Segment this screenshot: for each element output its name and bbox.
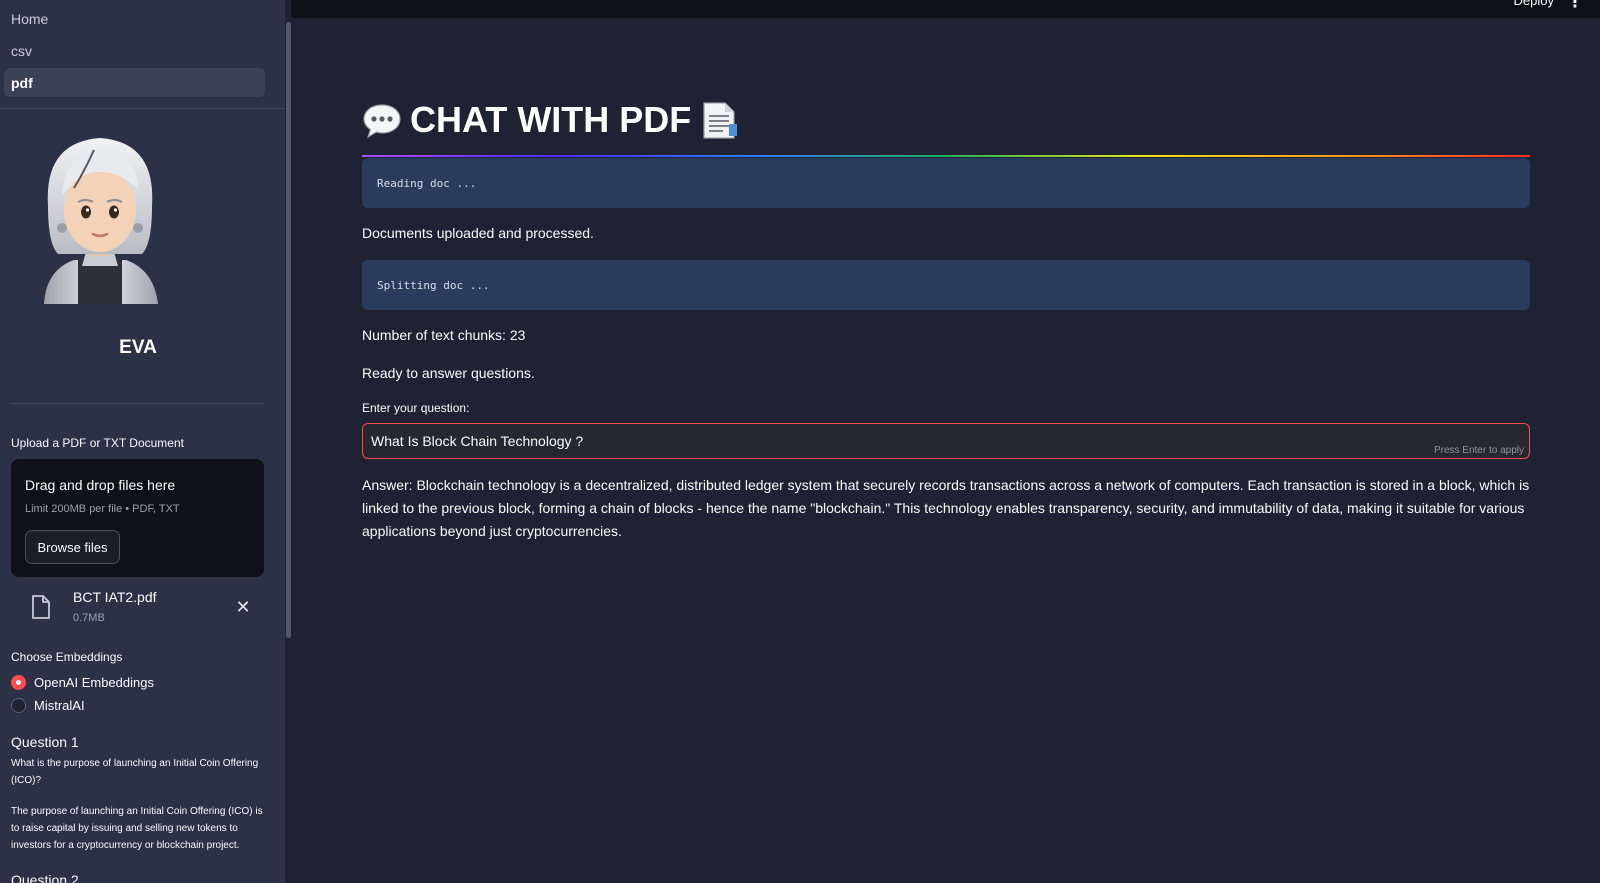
- uploaded-file-item: BCT IAT2.pdf 0.7MB ✕: [11, 587, 264, 627]
- question-label: Enter your question:: [362, 401, 470, 415]
- document-icon: [703, 102, 738, 139]
- file-name: BCT IAT2.pdf: [73, 589, 157, 605]
- sidebar-nav: Home csv pdf: [0, 0, 285, 97]
- nav-item-pdf[interactable]: pdf: [4, 68, 265, 97]
- kebab-menu-icon[interactable]: ⋮: [1567, 0, 1583, 12]
- msg-ready: Ready to answer questions.: [362, 365, 535, 381]
- question-1-title: Question 1: [11, 734, 79, 750]
- app-name: EVA: [119, 337, 157, 358]
- question-1-answer: The purpose of launching an Initial Coin…: [11, 806, 263, 851]
- nav-divider: [0, 108, 285, 109]
- question-1-text: What is the purpose of launching an Init…: [11, 758, 259, 786]
- radio-label-mistralai: MistralAI: [34, 698, 85, 713]
- radio-label-openai: OpenAI Embeddings: [34, 675, 154, 690]
- radio-unselected-icon[interactable]: [11, 698, 26, 713]
- title-divider: [362, 155, 1530, 157]
- sidebar-scrollbar[interactable]: [285, 0, 291, 883]
- nav-item-csv[interactable]: csv: [4, 36, 265, 65]
- deploy-button[interactable]: Deploy: [1514, 0, 1554, 8]
- embeddings-label: Choose Embeddings: [11, 650, 123, 664]
- radio-selected-icon[interactable]: [11, 675, 26, 690]
- page-title-text: CHAT WITH PDF: [410, 99, 692, 140]
- file-dropzone[interactable]: Drag and drop files here Limit 200MB per…: [11, 459, 264, 577]
- sidebar-divider: [11, 403, 264, 404]
- dropzone-title: Drag and drop files here: [25, 477, 176, 493]
- remove-file-close-icon[interactable]: ✕: [231, 595, 255, 619]
- input-hint: Press Enter to apply: [1433, 445, 1524, 456]
- top-toolbar: Deploy ⋮: [291, 0, 1600, 18]
- browse-files-button[interactable]: Browse files: [25, 530, 120, 564]
- status-reading: Reading doc ...: [362, 158, 1530, 208]
- radio-mistralai[interactable]: MistralAI: [11, 698, 85, 713]
- nav-item-home[interactable]: Home: [4, 4, 265, 33]
- dropzone-limit: Limit 200MB per file • PDF, TXT: [25, 503, 180, 515]
- robot-avatar: [44, 138, 158, 304]
- sidebar: Home csv pdf EVA Upload a PDF or TXT Doc…: [0, 0, 285, 883]
- radio-openai-embeddings[interactable]: OpenAI Embeddings: [11, 675, 154, 690]
- question-2-title: Question 2: [11, 872, 79, 883]
- msg-chunk-count: Number of text chunks: 23: [362, 327, 526, 343]
- msg-uploaded: Documents uploaded and processed.: [362, 225, 594, 241]
- file-size: 0.7MB: [73, 612, 105, 624]
- file-icon: [32, 595, 50, 619]
- question-input[interactable]: [362, 423, 1530, 459]
- sidebar-scrollbar-thumb[interactable]: [286, 22, 291, 638]
- upload-label: Upload a PDF or TXT Document: [11, 436, 184, 450]
- speech-bubble-icon: [363, 104, 401, 139]
- status-splitting: Splitting doc ...: [362, 260, 1530, 310]
- page-title: CHAT WITH PDF: [362, 96, 747, 144]
- answer-text: Answer: Blockchain technology is a decen…: [362, 477, 1530, 539]
